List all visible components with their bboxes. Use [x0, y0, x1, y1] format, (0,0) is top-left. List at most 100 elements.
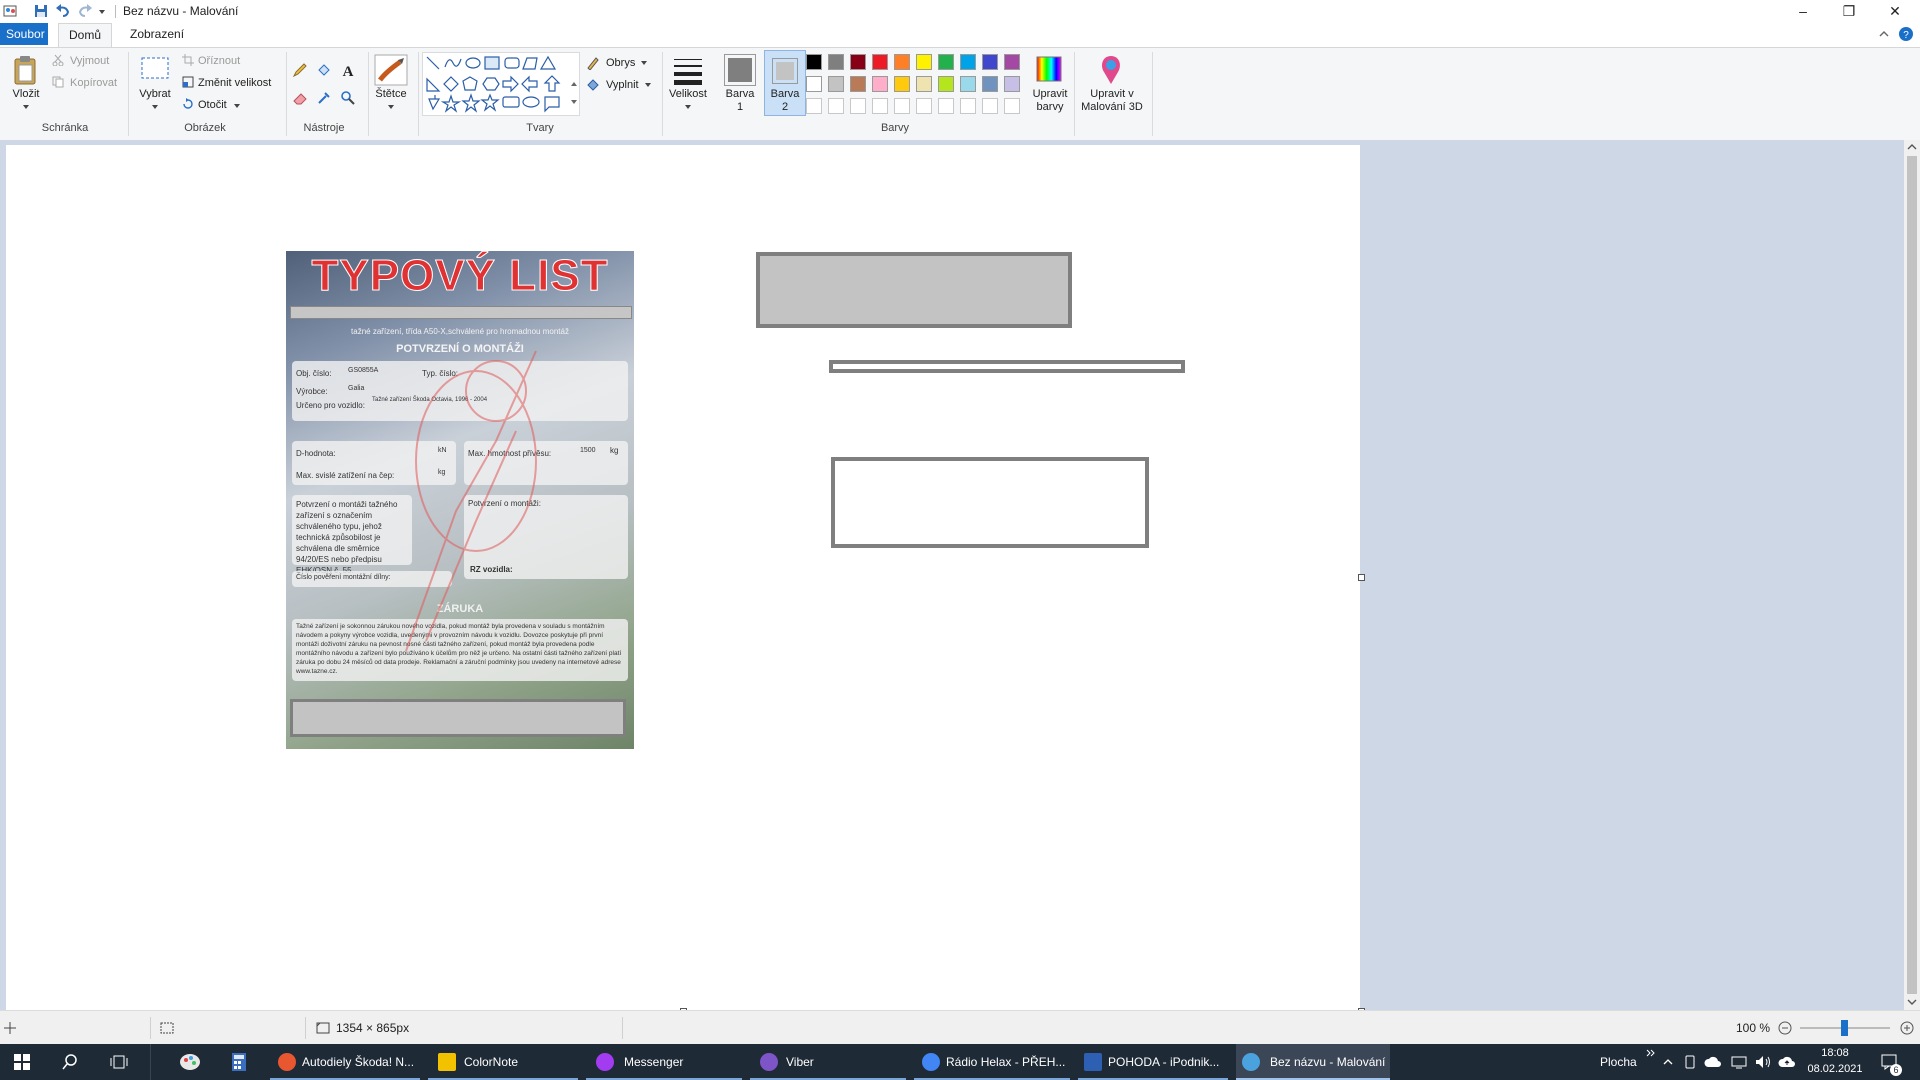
palette-color-swatch[interactable]: [916, 54, 932, 70]
color1-swatch[interactable]: [724, 54, 756, 86]
palette-color-swatch[interactable]: [938, 76, 954, 92]
brushes-icon[interactable]: [374, 54, 408, 86]
palette-color-swatch[interactable]: [872, 76, 888, 92]
edit-colors-label-2[interactable]: barvy: [1022, 101, 1078, 114]
magnifier-icon[interactable]: [340, 90, 356, 106]
minimize-button[interactable]: –: [1780, 0, 1826, 23]
color1-number[interactable]: 1: [718, 101, 762, 114]
paste-button[interactable]: Vložit: [6, 88, 46, 101]
zoom-out-icon[interactable]: [1778, 1021, 1792, 1035]
custom-color-slot[interactable]: [872, 98, 888, 114]
toolbar-expand-icon[interactable]: [1646, 1048, 1656, 1058]
custom-color-slot[interactable]: [960, 98, 976, 114]
select-icon[interactable]: [140, 56, 170, 82]
task-view-icon[interactable]: [110, 1054, 128, 1070]
custom-color-slot[interactable]: [828, 98, 844, 114]
color2-number[interactable]: 2: [764, 101, 806, 114]
outline-button[interactable]: Obrys: [606, 57, 635, 69]
paste-icon[interactable]: [12, 54, 40, 86]
paint3d-label-1[interactable]: Upravit v: [1078, 88, 1146, 101]
rotate-dropdown-icon[interactable]: [233, 103, 241, 109]
text-icon[interactable]: A: [340, 62, 356, 78]
filled-rectangle-shape[interactable]: [756, 252, 1072, 328]
copy-button[interactable]: Kopírovat: [70, 77, 117, 89]
empty-rectangle-shape[interactable]: [831, 457, 1149, 548]
onedrive-sync-icon[interactable]: [1778, 1055, 1796, 1069]
palette-color-swatch[interactable]: [872, 54, 888, 70]
clock-time[interactable]: 18:08: [1800, 1047, 1870, 1059]
close-button[interactable]: ✕: [1872, 0, 1918, 23]
edit-colors-label-1[interactable]: Upravit: [1022, 88, 1078, 101]
scroll-thumb[interactable]: [1907, 156, 1917, 994]
pinned-paint-icon[interactable]: [178, 1052, 202, 1072]
show-hidden-icons-icon[interactable]: [1662, 1056, 1674, 1068]
crop-button[interactable]: Oříznout: [198, 55, 240, 67]
palette-color-swatch[interactable]: [850, 76, 866, 92]
thin-rectangle-shape[interactable]: [829, 360, 1185, 373]
resize-button[interactable]: Změnit velikost: [198, 77, 271, 89]
fill-bucket-icon[interactable]: [316, 62, 332, 78]
zoom-slider-thumb[interactable]: [1841, 1020, 1848, 1036]
palette-color-swatch[interactable]: [1004, 54, 1020, 70]
save-icon[interactable]: [32, 2, 50, 20]
help-icon[interactable]: ?: [1898, 26, 1914, 42]
size-icon[interactable]: [672, 56, 704, 86]
search-icon[interactable]: [62, 1054, 78, 1070]
palette-color-swatch[interactable]: [828, 76, 844, 92]
tab-home[interactable]: Domů: [58, 23, 113, 47]
collapse-ribbon-icon[interactable]: [1878, 28, 1890, 40]
palette-color-swatch[interactable]: [806, 54, 822, 70]
brushes-button[interactable]: Štětce: [370, 88, 412, 101]
select-dropdown-icon[interactable]: [151, 104, 159, 110]
palette-color-swatch[interactable]: [982, 54, 998, 70]
palette-color-swatch[interactable]: [894, 76, 910, 92]
taskbar-app-colornote[interactable]: ColorNote: [428, 1044, 578, 1080]
custom-color-slot[interactable]: [894, 98, 910, 114]
palette-color-swatch[interactable]: [806, 76, 822, 92]
pencil-icon[interactable]: [292, 62, 308, 78]
rotate-button[interactable]: Otočit: [198, 99, 227, 111]
scroll-up-icon[interactable]: [1907, 142, 1917, 152]
fill-dropdown-icon[interactable]: [644, 82, 652, 88]
palette-color-swatch[interactable]: [982, 76, 998, 92]
fill-button[interactable]: Vyplnit: [606, 79, 639, 91]
taskbar-app-pohoda[interactable]: POHODA - iPodnik...: [1078, 1044, 1228, 1080]
custom-color-slot[interactable]: [806, 98, 822, 114]
palette-color-swatch[interactable]: [960, 54, 976, 70]
scroll-down-icon[interactable]: [1907, 997, 1917, 1007]
customize-quick-access-icon[interactable]: [97, 2, 107, 20]
custom-color-slot[interactable]: [982, 98, 998, 114]
device-icon[interactable]: [1682, 1054, 1698, 1070]
shapes-scroll-icon[interactable]: [570, 78, 578, 108]
custom-color-slot[interactable]: [938, 98, 954, 114]
cut-button[interactable]: Vyjmout: [70, 55, 109, 67]
onedrive-cloud-icon[interactable]: [1704, 1055, 1722, 1069]
shapes-gallery-icons[interactable]: [423, 53, 579, 115]
custom-color-slot[interactable]: [850, 98, 866, 114]
canvas-resize-handle-right[interactable]: [1358, 574, 1365, 581]
maximize-button[interactable]: ❐: [1826, 0, 1872, 23]
palette-color-swatch[interactable]: [850, 54, 866, 70]
vertical-scrollbar[interactable]: [1904, 140, 1920, 1010]
palette-color-swatch[interactable]: [938, 54, 954, 70]
tab-view[interactable]: Zobrazení: [120, 23, 194, 45]
palette-color-swatch[interactable]: [1004, 76, 1020, 92]
network-icon[interactable]: [1730, 1054, 1748, 1070]
outline-dropdown-icon[interactable]: [640, 60, 648, 66]
paint-app-icon[interactable]: [2, 2, 20, 20]
taskbar-app-messenger[interactable]: Messenger: [586, 1044, 742, 1080]
zoom-in-icon[interactable]: [1900, 1021, 1914, 1035]
custom-color-slot[interactable]: [916, 98, 932, 114]
desktop-toolbar[interactable]: Plocha: [1600, 1044, 1644, 1080]
palette-color-swatch[interactable]: [916, 76, 932, 92]
eraser-icon[interactable]: [292, 90, 308, 106]
size-dropdown-icon[interactable]: [684, 104, 692, 110]
tab-file[interactable]: Soubor: [0, 23, 48, 45]
taskbar-app-paint-active[interactable]: Bez názvu - Malování: [1236, 1044, 1390, 1080]
clock-date[interactable]: 08.02.2021: [1800, 1063, 1870, 1075]
size-button[interactable]: Velikost: [664, 88, 712, 101]
palette-color-swatch[interactable]: [960, 76, 976, 92]
pasted-document-image[interactable]: TYPOVÝ LIST tažné zařízení, třída A50-X,…: [286, 251, 634, 749]
select-button[interactable]: Vybrat: [132, 88, 178, 101]
palette-color-swatch[interactable]: [894, 54, 910, 70]
